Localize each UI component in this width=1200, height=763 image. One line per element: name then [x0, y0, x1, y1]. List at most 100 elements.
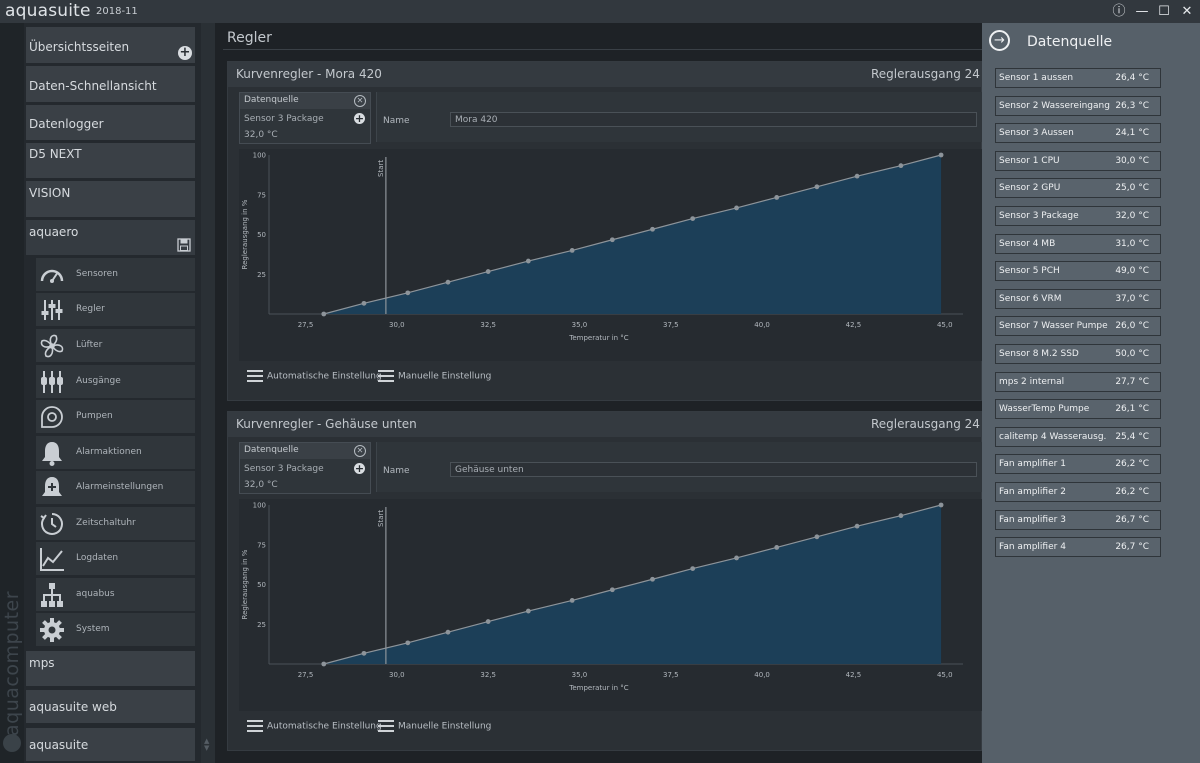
- datasource-item[interactable]: Sensor 6 VRM 37,0 °C: [995, 288, 1161, 309]
- datasource-item[interactable]: Sensor 1 CPU 30,0 °C: [995, 150, 1161, 171]
- nav-item-datenlogger[interactable]: Datenlogger: [26, 105, 195, 140]
- menu-icon: [247, 720, 263, 732]
- curve-point[interactable]: [898, 163, 904, 169]
- nav-item-d5-next[interactable]: D5 NEXT: [26, 143, 195, 178]
- curve-chart[interactable]: Start 27,5 30,0 32,5 35,0 37,5 40,0 42,5 45,0 100…: [239, 149, 983, 361]
- nav-item-uebersichtsseiten[interactable]: Übersichtsseiten +: [26, 27, 195, 63]
- datasource-item[interactable]: Sensor 2 GPU 25,0 °C: [995, 178, 1161, 199]
- datasource-box[interactable]: Datenquelle ✕ Sensor 3 Package + 32,0 °C: [239, 442, 371, 494]
- manual-setting-label: Manuelle Einstellung: [398, 371, 492, 382]
- curve-point[interactable]: [405, 640, 411, 646]
- name-input[interactable]: [450, 462, 977, 477]
- datasource-item[interactable]: Fan amplifier 4 26,7 °C: [995, 537, 1161, 558]
- datasource-item[interactable]: Sensor 5 PCH 49,0 °C: [995, 261, 1161, 282]
- curve-point[interactable]: [485, 619, 491, 624]
- subnav-item-regler[interactable]: Regler: [36, 293, 195, 326]
- subnav-item-alarmaktionen[interactable]: Alarmaktionen: [36, 436, 195, 469]
- subnav-item-sensoren[interactable]: Sensoren: [36, 258, 195, 291]
- x-tick-label: 27,5: [298, 671, 314, 679]
- curve-point[interactable]: [734, 555, 739, 561]
- curve-point[interactable]: [774, 545, 780, 550]
- panel-header[interactable]: Kurvenregler - Gehäuse unten Reglerausga…: [228, 412, 995, 437]
- curve-point[interactable]: [361, 300, 367, 306]
- remove-source-icon[interactable]: ✕: [354, 95, 366, 107]
- manual-setting-button[interactable]: Manuelle Einstellung: [378, 370, 491, 386]
- curve-point[interactable]: [854, 523, 860, 529]
- curve-point[interactable]: [650, 576, 655, 582]
- curve-point[interactable]: [525, 258, 531, 264]
- nav-item-aquasuite-web[interactable]: aquasuite web: [26, 690, 195, 723]
- auto-setting-button[interactable]: Automatische Einstellung: [247, 720, 382, 736]
- subnav-item-zeitschaltuhr[interactable]: Zeitschaltuhr: [36, 507, 195, 540]
- subnav-item-pumpen[interactable]: Pumpen: [36, 400, 195, 433]
- nav-item-aquasuite[interactable]: aquasuite: [26, 728, 195, 761]
- datasource-box[interactable]: Datenquelle ✕ Sensor 3 Package + 32,0 °C: [239, 92, 371, 144]
- nav-item-aquaero[interactable]: aquaero: [26, 220, 195, 255]
- datasource-item[interactable]: Sensor 7 Wasser Pumpe 26,0 °C: [995, 316, 1161, 337]
- nav-scrollbar[interactable]: ▲ ▼: [201, 23, 215, 763]
- subnav-item-alarmeinstellungen[interactable]: Alarmeinstellungen: [36, 471, 195, 504]
- curve-point[interactable]: [734, 205, 739, 211]
- panel-header[interactable]: Kurvenregler - Mora 420 Reglerausgang 24…: [228, 62, 995, 87]
- subnav-item-luefter[interactable]: Lüfter: [36, 329, 195, 362]
- datasource-item[interactable]: Fan amplifier 3 26,7 °C: [995, 509, 1161, 530]
- timer-icon: [40, 513, 63, 535]
- add-source-icon[interactable]: +: [354, 463, 365, 474]
- curve-point[interactable]: [938, 502, 944, 508]
- curve-chart-svg[interactable]: Start 27,5 30,0 32,5 35,0 37,5 40,0 42,5 45,0 100…: [239, 149, 983, 361]
- close-button[interactable]: ✕: [1178, 3, 1196, 20]
- datasource-item[interactable]: Sensor 3 Aussen 24,1 °C: [995, 123, 1161, 144]
- datasource-item[interactable]: mps 2 internal 27,7 °C: [995, 371, 1161, 392]
- datasource-item[interactable]: Sensor 1 aussen 26,4 °C: [995, 68, 1161, 88]
- subnav-item-ausgaenge[interactable]: Ausgänge: [36, 365, 195, 398]
- datasource-item[interactable]: Sensor 2 Wassereingang 26,3 °C: [995, 95, 1161, 116]
- info-icon[interactable]: ⓘ: [1110, 3, 1128, 20]
- curve-point[interactable]: [690, 566, 696, 571]
- curve-point[interactable]: [609, 237, 615, 243]
- curve-point[interactable]: [405, 290, 411, 296]
- curve-point[interactable]: [650, 226, 655, 232]
- curve-point[interactable]: [690, 216, 696, 221]
- curve-point[interactable]: [814, 184, 820, 190]
- minimize-button[interactable]: —: [1133, 3, 1151, 20]
- curve-point[interactable]: [321, 311, 327, 317]
- curve-point[interactable]: [445, 629, 451, 635]
- save-icon[interactable]: [177, 238, 191, 252]
- auto-setting-button[interactable]: Automatische Einstellung: [247, 370, 382, 386]
- manual-setting-button[interactable]: Manuelle Einstellung: [378, 720, 491, 736]
- curve-point[interactable]: [445, 279, 451, 285]
- curve-point[interactable]: [609, 587, 615, 593]
- subnav-item-aquabus[interactable]: aquabus: [36, 578, 195, 611]
- remove-source-icon[interactable]: ✕: [354, 445, 366, 457]
- subnav-item-logdaten[interactable]: Logdaten: [36, 542, 195, 575]
- datasource-item[interactable]: Sensor 4 MB 31,0 °C: [995, 233, 1161, 254]
- curve-point[interactable]: [898, 513, 904, 519]
- curve-point[interactable]: [485, 269, 491, 274]
- curve-chart-svg[interactable]: Start 27,5 30,0 32,5 35,0 37,5 40,0 42,5 45,0 100…: [239, 499, 983, 711]
- add-source-icon[interactable]: +: [354, 113, 365, 124]
- curve-chart[interactable]: Start 27,5 30,0 32,5 35,0 37,5 40,0 42,5 45,0 100…: [239, 499, 983, 711]
- arrow-right-icon[interactable]: →: [989, 30, 1010, 51]
- curve-point[interactable]: [569, 598, 575, 603]
- nav-item-daten-schnellansicht[interactable]: Daten-Schnellansicht: [26, 66, 195, 102]
- nav-item-mps[interactable]: mps: [26, 651, 195, 686]
- datasource-item[interactable]: Sensor 8 M.2 SSD 50,0 °C: [995, 344, 1161, 364]
- datasource-item[interactable]: Fan amplifier 1 26,2 °C: [995, 454, 1161, 475]
- name-input[interactable]: [450, 112, 977, 127]
- curve-point[interactable]: [321, 661, 327, 667]
- nav-item-vision[interactable]: VISION: [26, 181, 195, 217]
- curve-point[interactable]: [361, 650, 367, 656]
- curve-point[interactable]: [569, 248, 575, 253]
- add-page-icon[interactable]: +: [178, 46, 192, 60]
- curve-point[interactable]: [774, 195, 780, 200]
- datasource-item[interactable]: Fan amplifier 2 26,2 °C: [995, 482, 1161, 502]
- maximize-button[interactable]: ☐: [1155, 3, 1173, 20]
- datasource-item[interactable]: WasserTemp Pumpe 26,1 °C: [995, 399, 1161, 420]
- curve-point[interactable]: [525, 608, 531, 614]
- subnav-item-system[interactable]: System: [36, 613, 195, 646]
- curve-point[interactable]: [938, 152, 944, 158]
- curve-point[interactable]: [814, 534, 820, 540]
- datasource-item[interactable]: Sensor 3 Package 32,0 °C: [995, 206, 1161, 226]
- datasource-item[interactable]: calitemp 4 Wasserausg. 25,4 °C: [995, 426, 1161, 447]
- curve-point[interactable]: [854, 173, 860, 179]
